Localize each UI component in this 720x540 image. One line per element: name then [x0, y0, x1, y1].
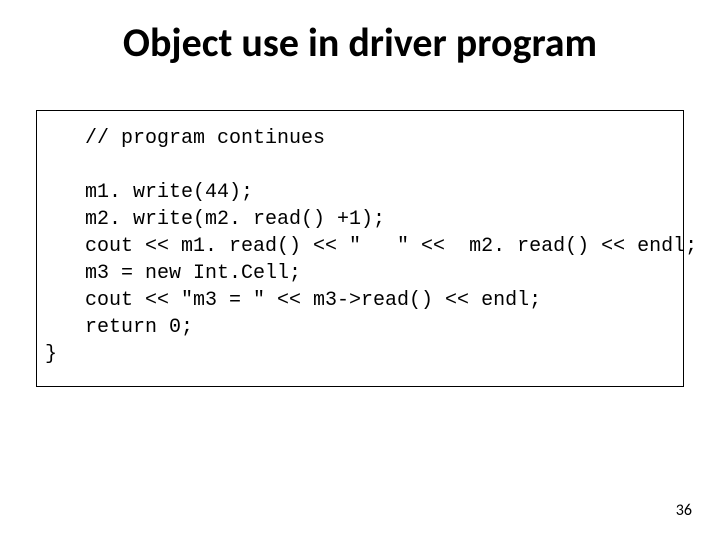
slide-title: Object use in driver program: [0, 18, 720, 67]
code-close-brace: }: [41, 341, 679, 368]
code-box: // program continues m1. write(44); m2. …: [36, 110, 684, 387]
page-number: 36: [676, 501, 692, 520]
code-line-3: cout << m1. read() << " " << m2. read() …: [41, 233, 679, 260]
code-line-5: cout << "m3 = " << m3->read() << endl;: [41, 287, 679, 314]
code-line-4: m3 = new Int.Cell;: [41, 260, 679, 287]
code-blank: [41, 152, 679, 179]
code-comment: // program continues: [41, 125, 679, 152]
code-line-1: m1. write(44);: [41, 179, 679, 206]
code-line-6: return 0;: [41, 314, 679, 341]
code-line-2: m2. write(m2. read() +1);: [41, 206, 679, 233]
slide: Object use in driver program // program …: [0, 0, 720, 540]
